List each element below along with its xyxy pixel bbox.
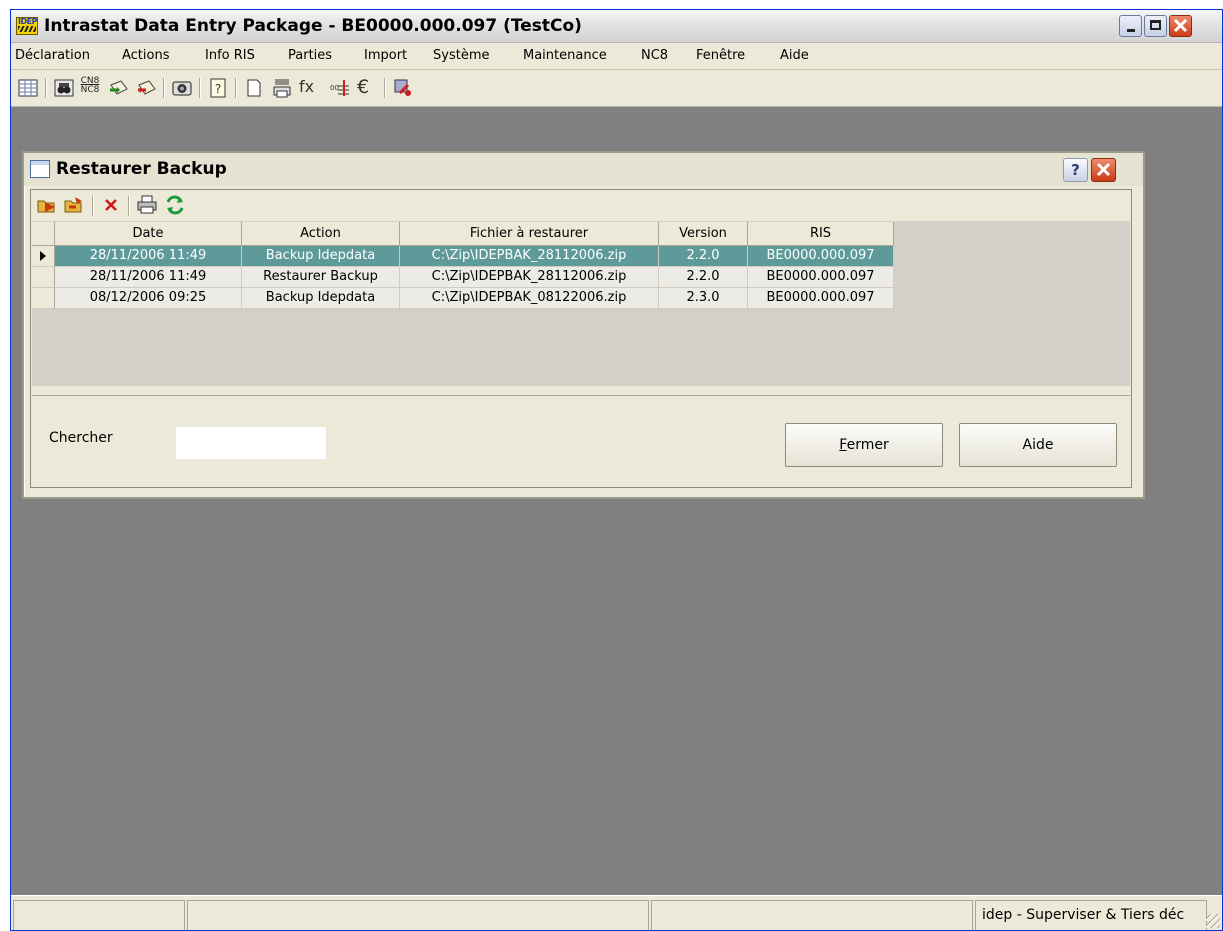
cell-version[interactable]: 2.3.0 (659, 288, 748, 309)
menu-declaration[interactable]: Déclaration (15, 48, 90, 63)
cell-action[interactable]: Backup Idepdata (242, 246, 400, 267)
cell-ris[interactable]: BE0000.000.097 (748, 288, 894, 309)
minimize-button[interactable] (1119, 15, 1142, 37)
maximize-icon (1150, 20, 1161, 30)
binoculars-icon[interactable] (53, 77, 75, 99)
dialog-toolbar (31, 190, 1131, 220)
logo-text: IDEP (18, 17, 37, 26)
fermer-label: ermer (846, 437, 889, 453)
table-row[interactable]: 28/11/2006 11:49 Backup Idepdata C:\Zip\… (32, 246, 902, 267)
menu-systeme[interactable]: Système (433, 48, 489, 63)
aide-button[interactable]: Aide (959, 423, 1117, 467)
backup-table: Date Action Fichier à restaurer Version … (32, 221, 1130, 386)
cell-date[interactable]: 08/12/2006 09:25 (55, 288, 242, 309)
svg-text:?: ? (215, 82, 221, 96)
status-panel-user: idep - Superviser & Tiers déc (975, 900, 1207, 930)
menu-bar: Déclaration Actions Info RIS Parties Imp… (11, 43, 1222, 70)
dialog-help-button[interactable]: ? (1063, 158, 1088, 182)
status-panel-2 (187, 900, 649, 930)
cn8-nc8-icon[interactable]: CN8 NC8 (79, 77, 101, 99)
help-book-icon[interactable]: ? (207, 77, 229, 99)
column-header-version[interactable]: Version (659, 222, 748, 246)
number-format-icon[interactable]: 00 (329, 77, 351, 99)
camera-icon[interactable] (171, 77, 193, 99)
window-title: Intrastat Data Entry Package - BE0000.00… (44, 16, 582, 36)
menu-parties[interactable]: Parties (288, 48, 332, 63)
menu-nc8[interactable]: NC8 (641, 48, 668, 63)
cell-file[interactable]: C:\Zip\IDEPBAK_28112006.zip (400, 267, 659, 288)
cell-ris[interactable]: BE0000.000.097 (748, 246, 894, 267)
menu-maintenance[interactable]: Maintenance (523, 48, 607, 63)
delete-icon[interactable] (100, 194, 122, 216)
cell-ris[interactable]: BE0000.000.097 (748, 267, 894, 288)
tools-icon[interactable] (392, 77, 414, 99)
dialog-window-icon (30, 160, 50, 178)
menu-import[interactable]: Import (364, 48, 407, 63)
table-row[interactable]: 28/11/2006 11:49 Restaurer Backup C:\Zip… (32, 267, 902, 288)
euro-icon[interactable]: € (357, 77, 379, 99)
column-header-date[interactable]: Date (55, 222, 242, 246)
mail-send-icon[interactable] (108, 77, 130, 99)
status-panel-3 (651, 900, 973, 930)
cell-date[interactable]: 28/11/2006 11:49 (55, 267, 242, 288)
minimize-icon (1127, 29, 1135, 32)
row-indicator[interactable] (32, 267, 55, 288)
mail-receive-icon[interactable] (136, 77, 158, 99)
cell-version[interactable]: 2.2.0 (659, 246, 748, 267)
nc8-label: NC8 (80, 85, 100, 95)
current-row-arrow-icon (40, 251, 46, 261)
cell-version[interactable]: 2.2.0 (659, 267, 748, 288)
function-icon[interactable]: fx (299, 77, 321, 99)
dialog-title: Restaurer Backup (56, 159, 227, 179)
print-xml-icon[interactable] (271, 77, 293, 99)
title-bar[interactable]: IDEP Intrastat Data Entry Package - BE00… (11, 10, 1222, 43)
grid-icon[interactable] (17, 77, 39, 99)
column-header-ris[interactable]: RIS (748, 222, 894, 246)
fermer-button[interactable]: Fermer (785, 423, 943, 467)
status-bar: idep - Superviser & Tiers déc (11, 895, 1222, 930)
row-indicator[interactable] (32, 246, 55, 267)
menu-aide[interactable]: Aide (780, 48, 809, 63)
resize-grip[interactable] (1206, 914, 1220, 928)
row-indicator[interactable] (32, 288, 55, 309)
status-panel-1 (13, 900, 185, 930)
open-folder-icon[interactable] (36, 194, 58, 216)
cell-file[interactable]: C:\Zip\IDEPBAK_08122006.zip (400, 288, 659, 309)
search-label: Chercher (49, 430, 113, 446)
search-panel: Chercher Fermer Aide (32, 395, 1130, 486)
menu-actions[interactable]: Actions (122, 48, 170, 63)
main-toolbar: CN8 NC8 ? fx 00 € (11, 70, 1222, 107)
dialog-title-bar[interactable]: Restaurer Backup ? (24, 153, 1143, 186)
fx-label: fx (299, 77, 315, 96)
maximize-button[interactable] (1144, 15, 1167, 37)
refresh-icon[interactable] (164, 194, 186, 216)
main-window: IDEP Intrastat Data Entry Package - BE00… (10, 9, 1223, 931)
search-input[interactable] (176, 427, 326, 459)
cell-file[interactable]: C:\Zip\IDEPBAK_28112006.zip (400, 246, 659, 267)
dialog-close-button[interactable] (1091, 158, 1116, 182)
restaurer-backup-dialog: Restaurer Backup ? Date Action Fichier à… (22, 151, 1145, 499)
menu-fenetre[interactable]: Fenêtre (696, 48, 745, 63)
restore-folder-icon[interactable] (63, 194, 85, 216)
dialog-body: Date Action Fichier à restaurer Version … (30, 189, 1132, 488)
print-icon[interactable] (136, 194, 158, 216)
column-header-file[interactable]: Fichier à restaurer (400, 222, 659, 246)
euro-label: € (357, 76, 370, 98)
menu-info-ris[interactable]: Info RIS (205, 48, 255, 63)
app-logo-icon: IDEP (16, 17, 38, 35)
close-icon (1096, 162, 1111, 177)
fermer-accelerator: F (839, 437, 847, 453)
table-row[interactable]: 08/12/2006 09:25 Backup Idepdata C:\Zip\… (32, 288, 902, 309)
svg-text:00: 00 (330, 84, 339, 92)
row-indicator-header (32, 222, 55, 246)
column-header-action[interactable]: Action (242, 222, 400, 246)
close-button[interactable] (1169, 15, 1192, 37)
new-document-icon[interactable] (243, 77, 265, 99)
cell-date[interactable]: 28/11/2006 11:49 (55, 246, 242, 267)
close-icon (1173, 18, 1188, 33)
cell-action[interactable]: Restaurer Backup (242, 267, 400, 288)
cell-action[interactable]: Backup Idepdata (242, 288, 400, 309)
